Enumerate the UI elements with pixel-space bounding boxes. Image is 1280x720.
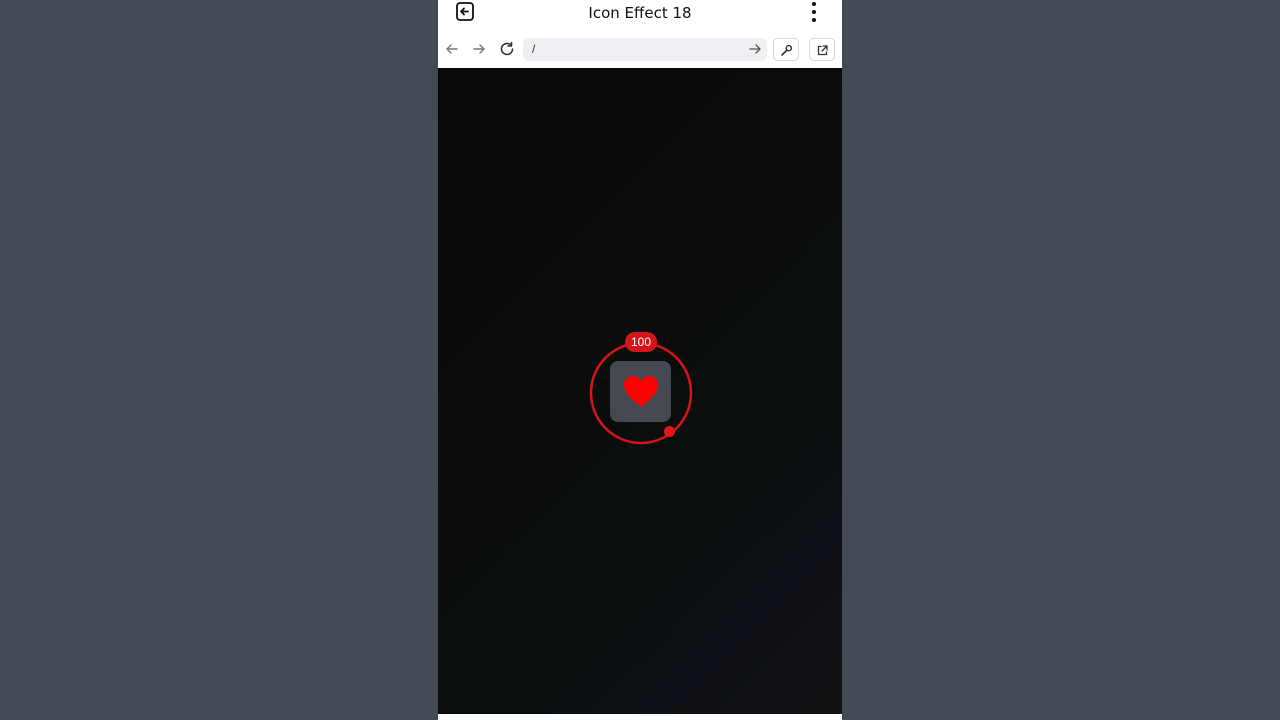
external-link-icon — [817, 45, 828, 56]
heart-icon — [624, 376, 658, 407]
arrow-right-icon — [749, 44, 761, 54]
arrow-right-icon — [473, 44, 485, 54]
devtools-button[interactable] — [773, 38, 799, 61]
menu-button[interactable] — [804, 1, 824, 23]
wrench-icon — [781, 44, 793, 56]
progress-knob[interactable] — [664, 426, 675, 437]
kebab-menu-icon — [812, 2, 816, 22]
bottom-edge — [438, 714, 842, 720]
arrow-left-icon — [446, 44, 458, 54]
navigation-bar: / — [438, 34, 842, 66]
title-bar: Icon Effect 18 — [438, 0, 842, 28]
heart-button[interactable] — [610, 361, 671, 422]
icon-effect: 100 — [588, 332, 694, 446]
count-badge: 100 — [625, 332, 657, 352]
preview-viewport: 100 — [438, 68, 842, 714]
reload-button[interactable] — [498, 40, 516, 58]
back-button[interactable] — [443, 40, 461, 58]
forward-button[interactable] — [470, 40, 488, 58]
open-external-button[interactable] — [809, 38, 835, 61]
page-title: Icon Effect 18 — [588, 4, 692, 22]
device-frame: Icon Effect 18 / 100 — [438, 0, 842, 720]
url-bar[interactable]: / — [523, 38, 767, 61]
url-text: / — [532, 42, 536, 56]
go-button[interactable] — [747, 41, 763, 57]
reload-icon — [500, 41, 514, 56]
